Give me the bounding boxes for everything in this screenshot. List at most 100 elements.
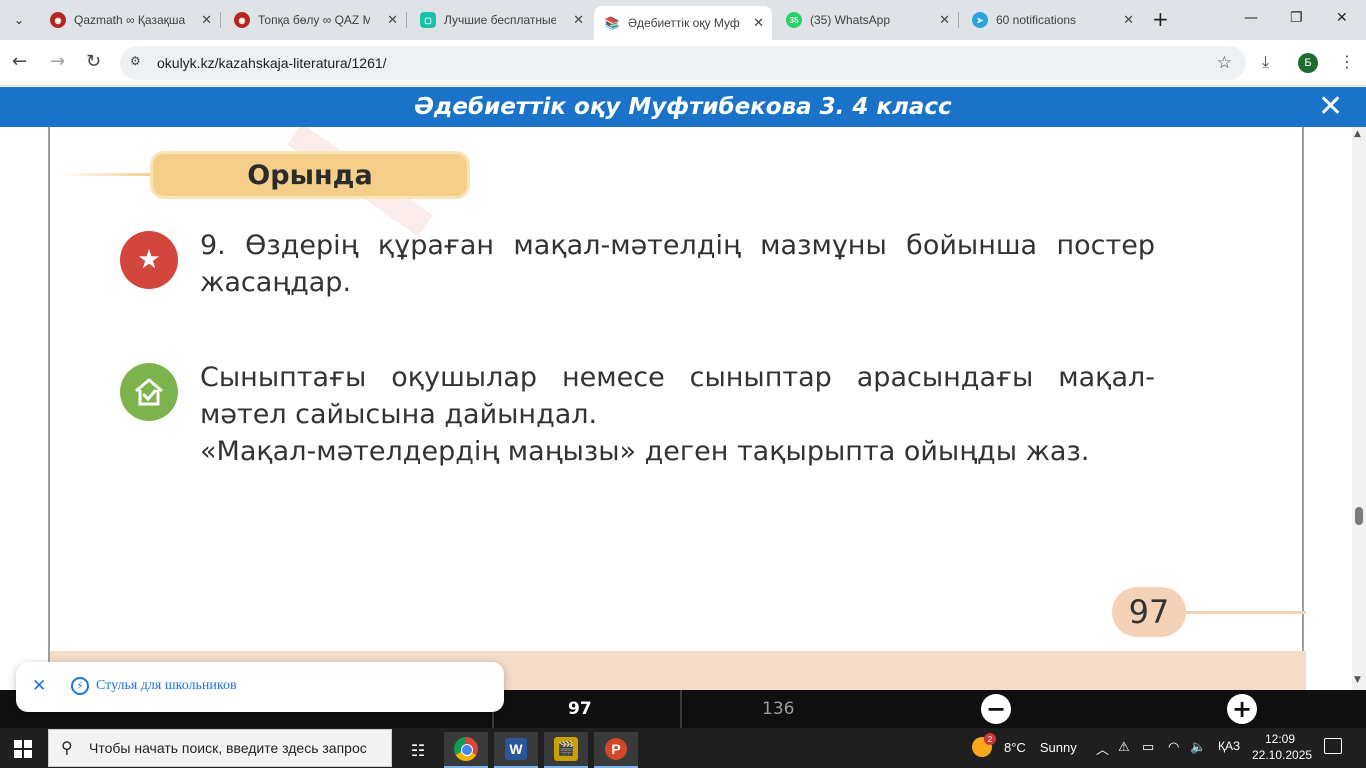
section-label: Орында [150, 151, 470, 199]
whatsapp-icon: 35 [786, 12, 802, 28]
wifi-icon[interactable]: ◠ [1168, 739, 1179, 755]
home-task-line-1: Сыныптағы оқушылар немесе сыныптар арасы… [200, 362, 1155, 430]
tab-qazmath[interactable]: ◉ Qazmath ∞ Қазақша ✕ [40, 6, 220, 34]
owl-icon: ◉ [50, 12, 66, 28]
search-placeholder: Чтобы начать поиск, введите здесь запрос [89, 740, 367, 756]
tab-search-chevron-icon[interactable]: ⌄ [6, 7, 32, 33]
ad-notification-toast[interactable]: ✕ ⚡ Стулья для школьников [16, 662, 504, 712]
powerpoint-icon: P [605, 738, 627, 760]
task-view-icon[interactable]: ☷ [396, 732, 440, 768]
notification-center-icon[interactable] [1324, 738, 1342, 754]
tray-chevron-icon[interactable]: ︿ [1096, 739, 1109, 758]
taskbar-word[interactable]: W [494, 732, 538, 768]
page-number-decor-line [1186, 611, 1306, 614]
tab-luchshie[interactable]: ▢ Лучшие бесплатные ✕ [410, 6, 592, 34]
restore-icon[interactable]: ❐ [1290, 10, 1303, 26]
address-bar[interactable]: ⚙ okulyk.kz/kazahskaja-literatura/1261/ … [120, 46, 1246, 80]
chat-icon: ▢ [420, 12, 436, 28]
close-icon[interactable]: ✕ [201, 12, 212, 28]
close-icon[interactable]: ✕ [32, 676, 46, 696]
page-number-badge: 97 [1112, 587, 1186, 637]
windows-taskbar: ⚲ Чтобы начать поиск, введите здесь запр… [0, 728, 1366, 768]
back-arrow-icon[interactable]: ← [12, 52, 27, 72]
home-task-icon [120, 363, 178, 421]
language-indicator[interactable]: ҚАЗ [1218, 739, 1240, 753]
tab-separator [406, 12, 407, 28]
url-text[interactable]: okulyk.kz/kazahskaja-literatura/1261/ [157, 55, 387, 71]
lightning-icon: ⚡ [71, 677, 89, 695]
minimize-icon[interactable]: — [1244, 10, 1258, 26]
close-icon[interactable]: ✕ [939, 12, 950, 28]
tab-whatsapp[interactable]: 35 (35) WhatsApp ✕ [776, 6, 958, 34]
close-icon[interactable]: ✕ [387, 12, 398, 28]
profile-avatar[interactable]: Б [1298, 53, 1318, 73]
windows-start-icon[interactable] [14, 740, 32, 758]
total-pages-number: 136 [762, 699, 795, 719]
more-menu-icon[interactable]: ⋮ [1339, 52, 1355, 71]
taskbar-search-box[interactable]: ⚲ Чтобы начать поиск, введите здесь запр… [48, 729, 392, 767]
bookmark-star-icon[interactable]: ☆ [1217, 53, 1232, 73]
reader-close-icon[interactable]: ✕ [1318, 91, 1343, 123]
weather-temp: 8°C [1004, 739, 1026, 755]
tab-telegram[interactable]: ➤ 60 notifications ✕ [962, 6, 1142, 34]
home-task-text: Сыныптағы оқушылар немесе сыныптар арасы… [200, 359, 1155, 470]
tab-title: (35) WhatsApp [810, 13, 891, 27]
speaker-icon[interactable]: 🔈 [1190, 739, 1206, 755]
close-icon[interactable]: ✕ [573, 12, 584, 28]
toast-text[interactable]: Стулья для школьников [96, 678, 237, 694]
reader-header: Әдебиеттік оқу Муфтибекова 3. 4 класс ✕ [0, 87, 1366, 127]
control-separator [680, 690, 682, 728]
tab-topqa-bolu[interactable]: ◉ Топқа бөлу ∞ QAZ M ✕ [224, 6, 406, 34]
owl-icon: ◉ [234, 12, 250, 28]
zoom-in-button[interactable]: + [1227, 694, 1257, 724]
zoom-out-button[interactable]: − [981, 694, 1011, 724]
tab-strip: ⌄ ◉ Qazmath ∞ Қазақша ✕ ◉ Топқа бөлу ∞ Q… [0, 0, 1366, 40]
network-alert-icon[interactable]: ⚠ [1118, 739, 1130, 755]
tab-separator [220, 12, 221, 28]
scroll-thumb[interactable] [1355, 507, 1363, 525]
word-icon: W [505, 738, 527, 760]
weather-text: Sunny [1039, 739, 1077, 755]
new-tab-plus-icon[interactable]: + [1152, 9, 1169, 29]
forward-arrow-icon[interactable]: → [50, 52, 65, 72]
search-icon: ⚲ [61, 738, 73, 757]
battery-icon[interactable]: ▭ [1142, 739, 1154, 755]
reader-title: Әдебиеттік оқу Муфтибекова 3. 4 класс [414, 94, 952, 120]
scroll-down-icon[interactable]: ▼ [1354, 675, 1361, 685]
tab-adebiettik-oku[interactable]: 📚 Әдебиеттік оқу Муф ✕ [594, 6, 772, 40]
close-icon[interactable]: ✕ [1123, 12, 1134, 28]
tab-title: Топқа бөлу ∞ QAZ M [258, 13, 370, 27]
clock-date: 22.10.2025 [1252, 748, 1313, 762]
telegram-icon: ➤ [972, 12, 988, 28]
clock-time: 12:09 [1264, 732, 1296, 746]
film-clapper-icon: 🎬 [554, 737, 578, 761]
window-close-icon[interactable]: ✕ [1336, 10, 1348, 26]
taskbar-video-editor[interactable]: 🎬 [544, 732, 588, 768]
sun-icon: 2 [972, 733, 996, 757]
chrome-icon [454, 737, 478, 761]
book-page: Орында ★ 9. Өздерің құраған мақал-мәтелд… [48, 127, 1306, 690]
weather-widget[interactable]: 2 8°C Sunny [972, 733, 1077, 757]
tab-title: Лучшие бесплатные [444, 13, 556, 27]
tab-title: Әдебиеттік оқу Муф [628, 16, 740, 30]
book-viewer[interactable]: Орында ★ 9. Өздерің құраған мақал-мәтелд… [0, 127, 1352, 690]
taskbar-clock[interactable]: 12:09 22.10.2025 [1252, 731, 1313, 763]
task-9-text: 9. Өздерің құраған мақал-мәтелдің мазмұн… [200, 230, 1155, 298]
download-icon[interactable]: ⤓ [1262, 52, 1269, 72]
reload-icon[interactable]: ↻ [86, 52, 101, 72]
home-task-line-2: «Мақал-мәтелдердің маңызы» деген тақырып… [200, 436, 1090, 467]
tab-title: Qazmath ∞ Қазақша [74, 13, 186, 27]
taskbar-chrome[interactable] [444, 732, 488, 768]
weather-badge: 2 [984, 733, 996, 745]
close-icon[interactable]: ✕ [753, 15, 764, 31]
taskbar-powerpoint[interactable]: P [594, 732, 638, 768]
book-icon: 📚 [604, 16, 620, 30]
scroll-up-icon[interactable]: ▲ [1354, 129, 1361, 139]
browser-toolbar: ← → ↻ ⚙ okulyk.kz/kazahskaja-literatura/… [0, 40, 1366, 86]
vertical-scrollbar[interactable]: ▲ ▼ [1352, 127, 1366, 690]
tab-separator [958, 12, 959, 28]
star-pencil-icon: ★ [120, 231, 178, 289]
site-info-icon[interactable]: ⚙ [130, 54, 146, 70]
current-page-number[interactable]: 97 [568, 699, 592, 719]
tab-title: 60 notifications [996, 13, 1077, 27]
